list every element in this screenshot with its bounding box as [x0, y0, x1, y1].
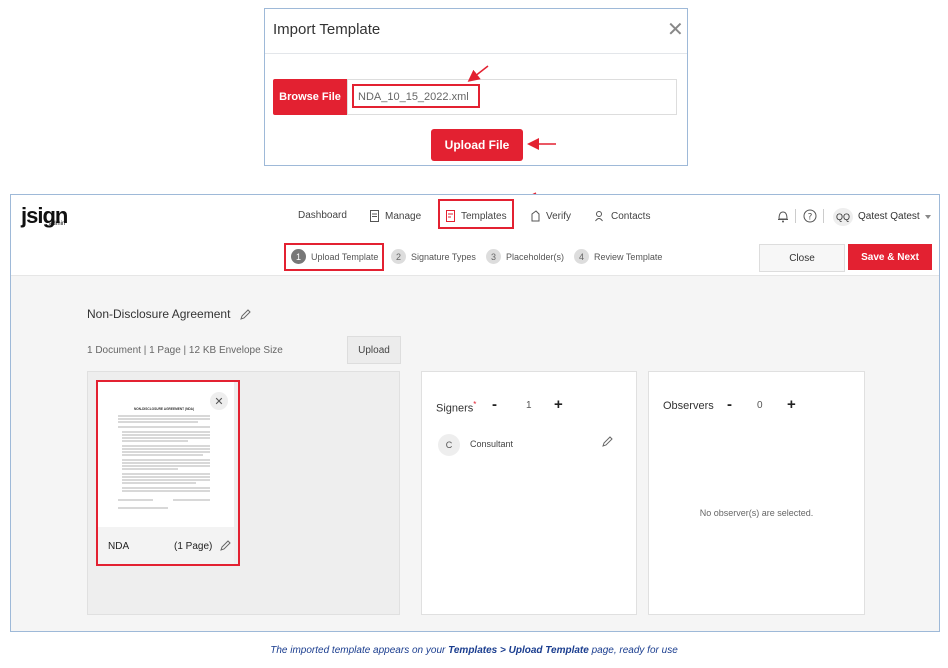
chevron-down-icon[interactable] [925, 215, 931, 219]
signers-count: 1 [526, 400, 532, 411]
stepper-bar: 1 Upload Template 2 Signature Types 3 Pl… [11, 239, 939, 276]
document-title-text: Non-Disclosure Agreement [87, 307, 231, 321]
signers-increment-button[interactable]: + [554, 396, 563, 413]
nav-dashboard[interactable]: Dashboard [298, 210, 347, 221]
observers-count: 0 [757, 400, 763, 411]
verify-icon [531, 210, 540, 222]
contacts-icon [595, 211, 603, 222]
svg-text:?: ? [808, 213, 813, 223]
bell-icon[interactable] [777, 209, 789, 223]
nav-label: Manage [385, 210, 422, 222]
pencil-icon[interactable] [602, 436, 613, 447]
caption-pre: The imported template appears on your [270, 645, 449, 656]
nav-label: Dashboard [298, 210, 347, 221]
document-title: Non-Disclosure Agreement [87, 307, 251, 321]
observers-increment-button[interactable]: + [787, 396, 796, 413]
signers-label: Signers* [436, 400, 476, 415]
step-label: Signature Types [411, 251, 476, 262]
close-button[interactable]: Close [759, 244, 845, 272]
avatar[interactable]: QQ [833, 208, 853, 226]
logo-sub: admin [49, 221, 66, 227]
observers-empty-message: No observer(s) are selected. [699, 508, 814, 518]
document-meta: 1 Document | 1 Page | 12 KB Envelope Siz… [87, 345, 283, 356]
nav-verify[interactable]: Verify [530, 210, 571, 222]
caption: The imported template appears on your Te… [0, 645, 948, 656]
help-icon[interactable]: ? [803, 209, 817, 223]
observers-label: Observers [663, 400, 714, 412]
step-label: Review Template [594, 251, 663, 262]
nav-manage[interactable]: Manage [369, 210, 421, 222]
save-next-button[interactable]: Save & Next [848, 244, 932, 270]
signers-decrement-button[interactable]: - [492, 396, 497, 413]
upload-button[interactable]: Upload [347, 336, 401, 364]
signers-panel: Signers* - 1 + C Consultant [421, 371, 637, 615]
divider [823, 209, 824, 223]
caption-bold: Templates > Upload Template [448, 645, 589, 656]
highlight-box [284, 243, 384, 271]
step-review-template[interactable]: 4 Review Template [574, 249, 662, 264]
step-placeholders[interactable]: 3 Placeholder(s) [486, 249, 564, 264]
caption-post: page, ready for use [588, 645, 678, 656]
arrow-file-field [467, 65, 489, 82]
signers-label-text: Signers [436, 402, 474, 415]
step-label: Placeholder(s) [506, 251, 565, 262]
signer-name: Consultant [470, 439, 514, 449]
required-mark: * [473, 400, 477, 409]
highlight-box [96, 380, 240, 566]
divider [795, 209, 796, 223]
nav-label: Verify [546, 210, 572, 222]
observers-panel: Observers - 0 + No observer(s) are selec… [648, 371, 865, 615]
nav-contacts[interactable]: Contacts [595, 210, 650, 222]
pencil-icon[interactable] [239, 309, 251, 320]
step-number: 2 [391, 249, 406, 264]
nav-label: Contacts [611, 210, 651, 222]
highlight-box [438, 199, 514, 229]
document-icon [370, 210, 379, 222]
step-number: 3 [486, 249, 501, 264]
step-signature-types[interactable]: 2 Signature Types [391, 249, 476, 264]
observers-decrement-button[interactable]: - [727, 396, 732, 413]
signer-avatar: C [438, 434, 460, 456]
step-number: 4 [574, 249, 589, 264]
user-name[interactable]: Qatest Qatest [858, 211, 920, 222]
